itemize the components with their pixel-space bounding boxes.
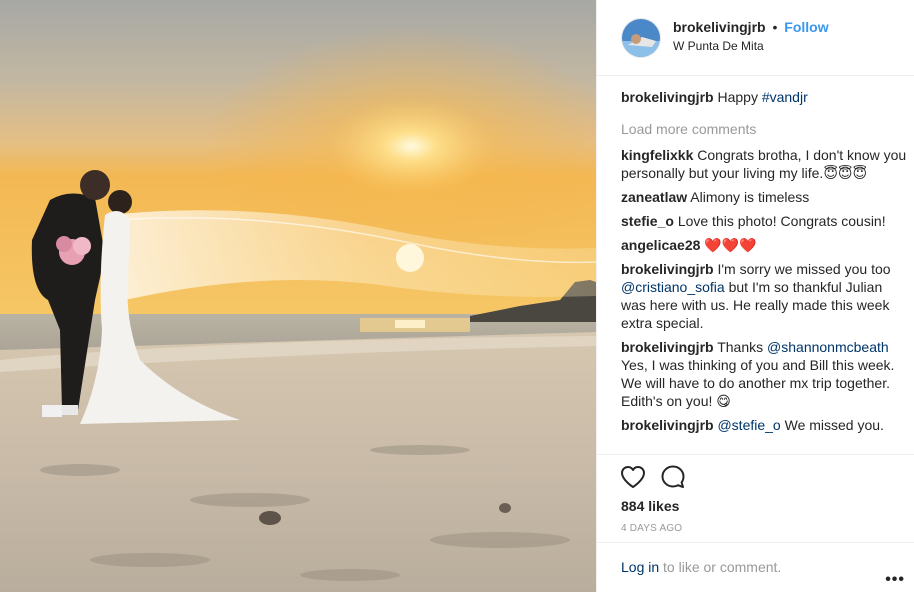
comment-item: brokelivingjrb @stefie_o We missed you.	[621, 416, 909, 434]
comment-item: kingfelixkk Congrats brotha, I don't kno…	[621, 146, 909, 182]
instagram-post-modal: brokelivingjrb • Follow W Punta De Mita …	[0, 0, 914, 592]
caption-username[interactable]: brokelivingjrb	[621, 89, 714, 105]
more-options-icon[interactable]: •••	[885, 571, 905, 589]
comment-item: brokelivingjrb I'm sorry we missed you t…	[621, 260, 909, 332]
comment-username[interactable]: zaneatlaw	[621, 189, 687, 205]
header-text: brokelivingjrb • Follow W Punta De Mita	[673, 18, 829, 54]
comment-text: We missed you.	[780, 417, 884, 433]
comment-username[interactable]: brokelivingjrb	[621, 339, 714, 355]
comment-username[interactable]: angelicae28	[621, 237, 700, 253]
comment-text: Alimony is timeless	[690, 189, 810, 205]
post-photo[interactable]	[0, 0, 596, 592]
post-location[interactable]: W Punta De Mita	[673, 38, 829, 54]
wedding-beach-photo	[0, 0, 596, 592]
comment-text: Thanks	[717, 339, 768, 355]
caption-hashtag[interactable]: #vandjr	[762, 89, 808, 105]
likes-count[interactable]: 884 likes	[621, 498, 679, 514]
comment-mention[interactable]: @stefie_o	[717, 417, 780, 433]
comment-item: zaneatlaw Alimony is timeless	[621, 188, 909, 206]
comment-username[interactable]: kingfelixkk	[621, 147, 693, 163]
comment-username[interactable]: brokelivingjrb	[621, 417, 714, 433]
login-row: Log in to like or comment. •••	[597, 542, 914, 591]
login-rest-text: to like or comment.	[659, 559, 782, 575]
comment-text: Love this photo! Congrats cousin!	[677, 213, 886, 229]
comment-item: brokelivingjrb Thanks @shannonmcbeath Ye…	[621, 338, 909, 410]
avatar[interactable]	[621, 17, 661, 58]
caption-text: Happy	[717, 89, 762, 105]
load-more-comments-button[interactable]: Load more comments	[621, 120, 909, 138]
comment-icon	[661, 465, 685, 488]
comment-emoji: 😋	[716, 393, 731, 409]
post-actions: 884 likes 4 DAYS AGO Log in to like or c…	[597, 454, 914, 590]
comment-text: Yes, I was thinking of you and Bill this…	[621, 357, 895, 409]
avatar-image	[622, 18, 660, 57]
comment-button[interactable]	[659, 463, 687, 491]
comment-text: I'm sorry we missed you too	[717, 261, 891, 277]
comment-emoji: 😇😇😇	[823, 165, 868, 181]
post-sidebar: brokelivingjrb • Follow W Punta De Mita …	[596, 0, 914, 592]
comment-mention[interactable]: @cristiano_sofia	[621, 279, 725, 295]
login-link[interactable]: Log in	[621, 559, 659, 575]
comment-item: angelicae28 ❤️❤️❤️	[621, 236, 909, 254]
header-line: brokelivingjrb • Follow	[673, 18, 829, 36]
like-button[interactable]	[619, 463, 647, 491]
post-header: brokelivingjrb • Follow W Punta De Mita	[597, 0, 914, 76]
separator-dot: •	[772, 19, 778, 35]
post-username[interactable]: brokelivingjrb	[673, 19, 766, 35]
follow-button[interactable]: Follow	[784, 19, 828, 35]
post-timestamp[interactable]: 4 DAYS AGO	[621, 523, 682, 534]
caption: brokelivingjrb Happy #vandjr	[621, 88, 909, 106]
comment-emoji: ❤️❤️❤️	[704, 237, 757, 253]
comments-list: brokelivingjrb Happy #vandjr Load more c…	[621, 88, 909, 454]
action-icons	[619, 463, 687, 491]
comment-mention[interactable]: @shannonmcbeath	[767, 339, 889, 355]
login-prompt: Log in to like or comment.	[621, 559, 781, 575]
comment-username[interactable]: brokelivingjrb	[621, 261, 714, 277]
comment-username[interactable]: stefie_o	[621, 213, 674, 229]
comment-item: stefie_o Love this photo! Congrats cousi…	[621, 212, 909, 230]
heart-icon	[621, 466, 645, 488]
